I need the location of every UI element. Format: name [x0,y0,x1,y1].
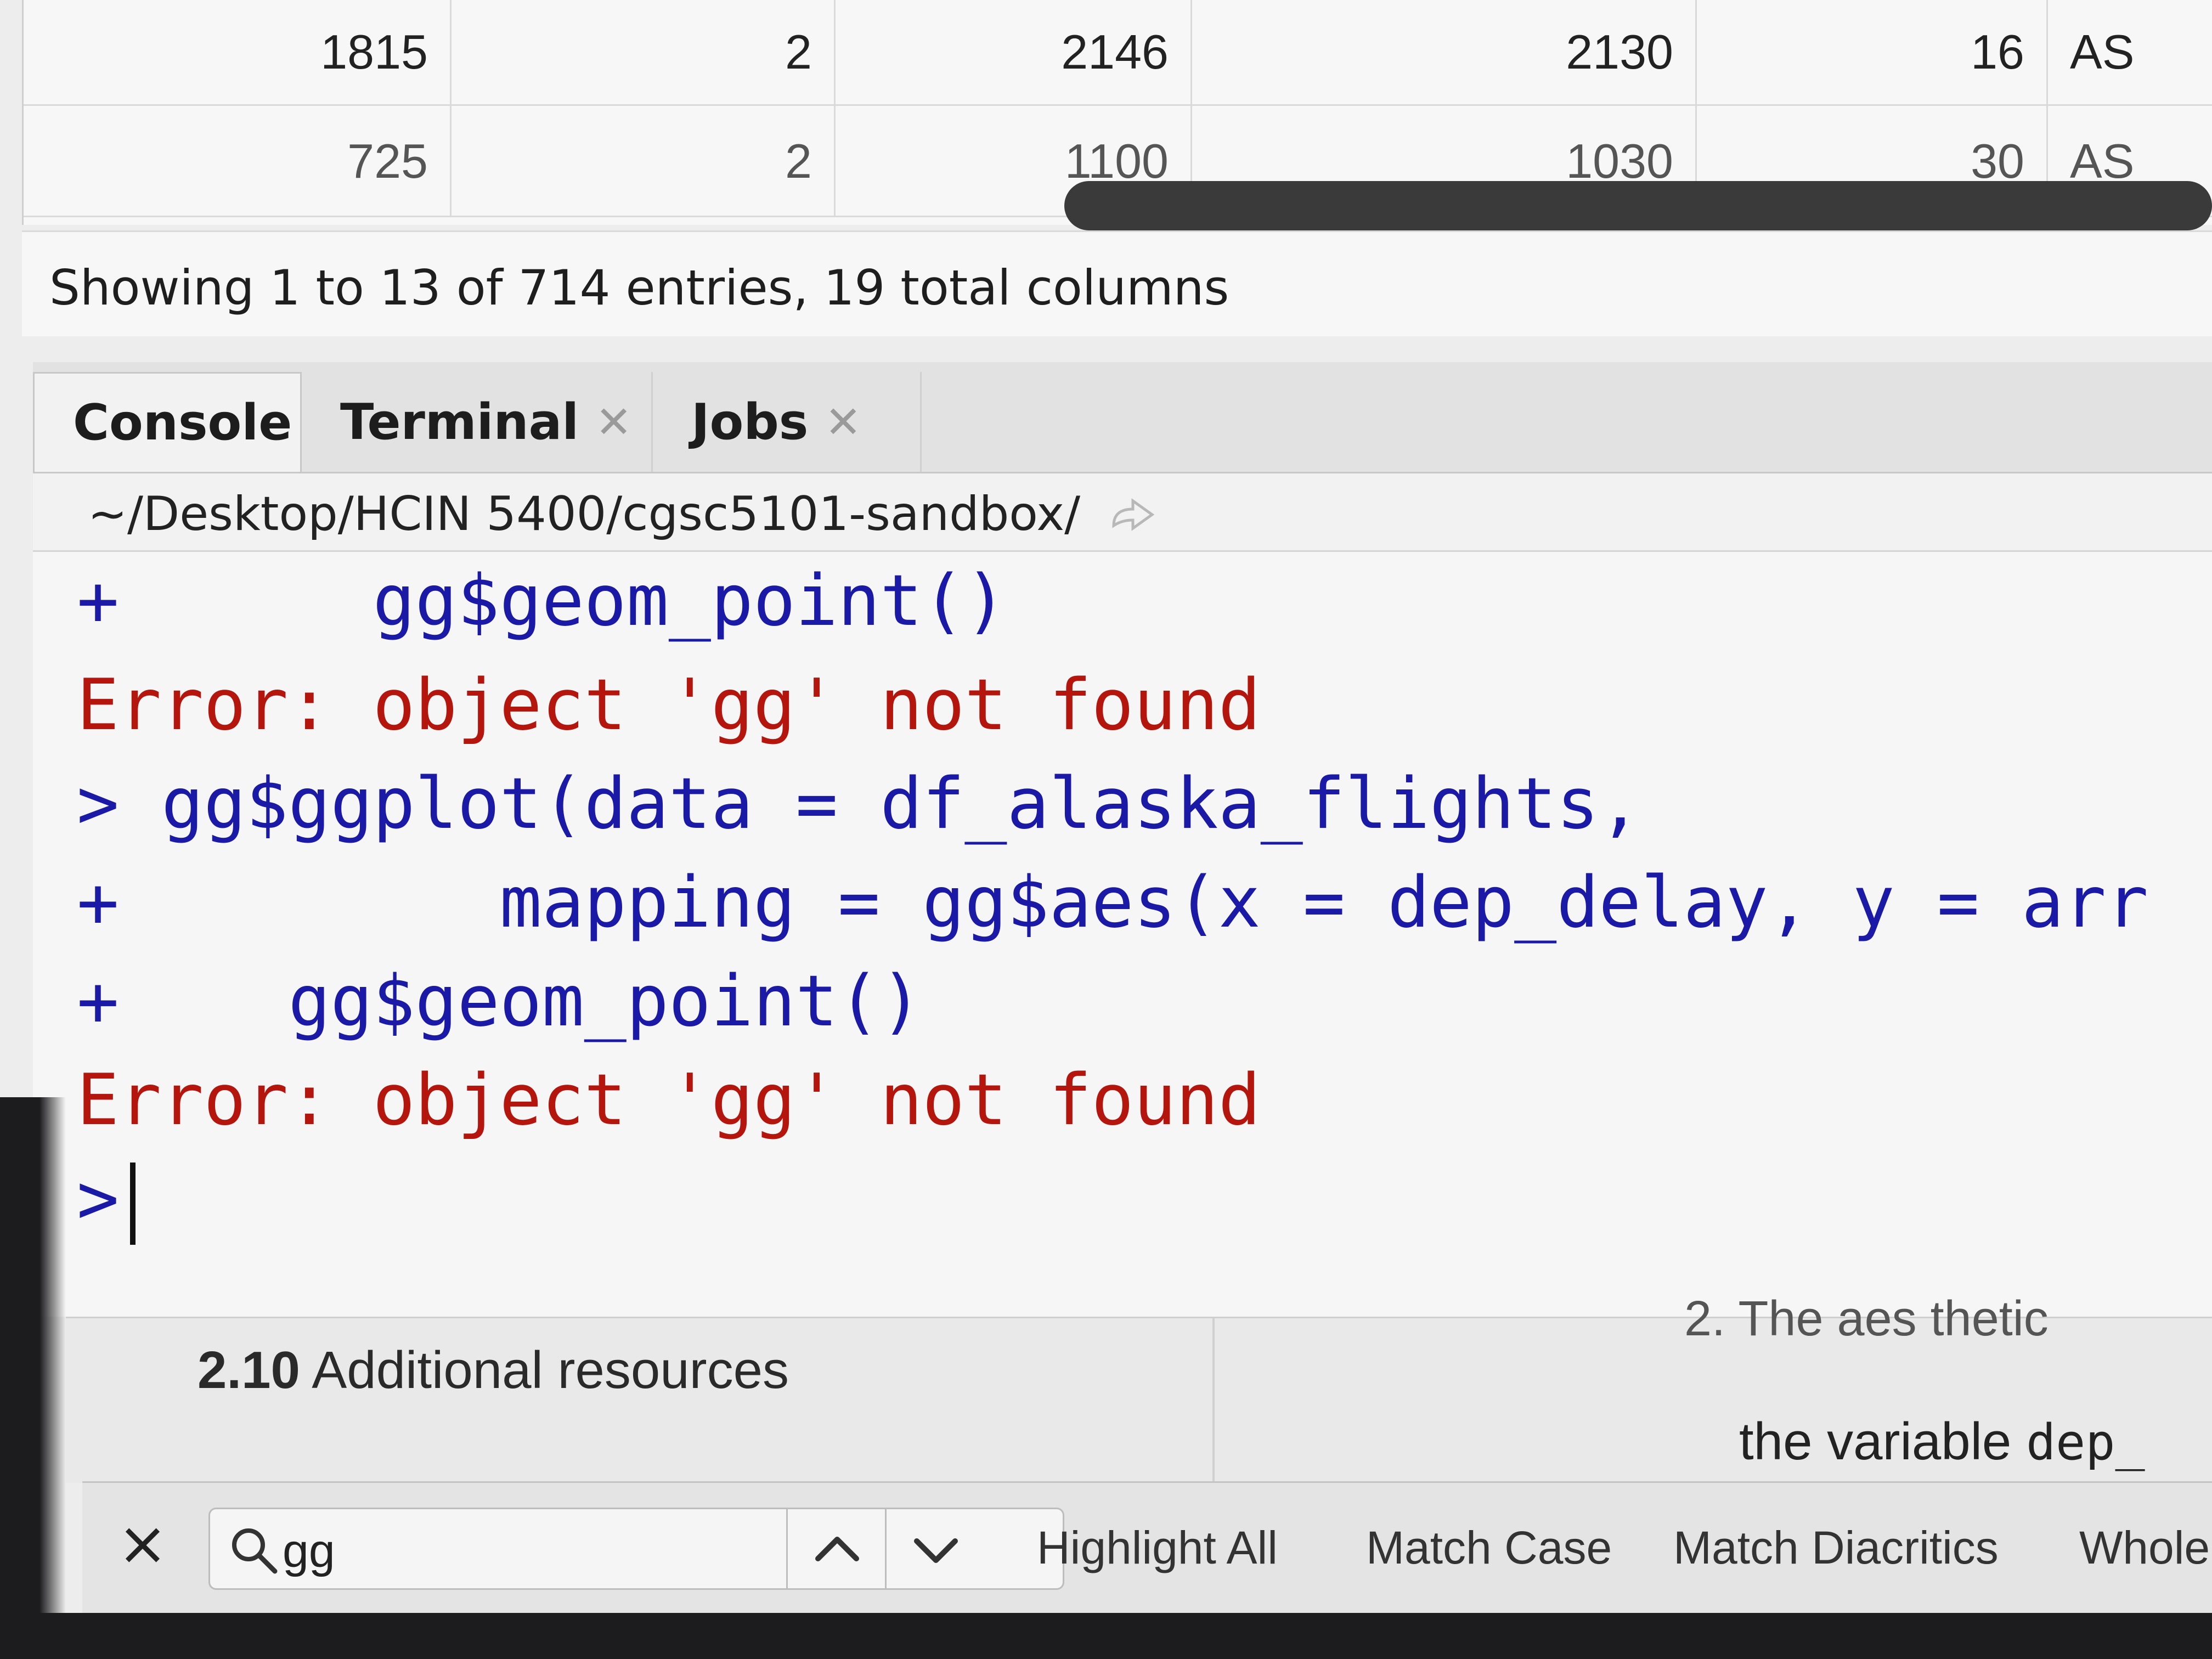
screen-bezel [0,1097,66,1659]
tab-terminal[interactable]: Terminal ✕ [302,372,653,472]
table-cell: 2130 [1192,0,1697,104]
table-cell: 1815 [24,0,452,104]
tab-label: Jobs [691,393,809,451]
body-text: the variable dep_ [1739,1412,2145,1472]
search-icon [232,1528,278,1574]
console-error-line: Error: object 'gg' not found [77,664,1261,746]
goto-dir-icon[interactable] [1108,495,1158,534]
match-case-toggle[interactable]: Match Case [1366,1521,1612,1575]
section-heading: 2.10 Additional resources [198,1340,789,1401]
body-text-code: dep_ [2025,1414,2145,1471]
find-input[interactable] [281,1520,832,1582]
console-output[interactable]: + gg$geom_point() Error: object 'gg' not… [33,552,2212,1317]
horizontal-scrollbar[interactable] [1064,181,2212,230]
console-line: + gg$geom_point() [77,560,1007,642]
match-diacritics-toggle[interactable]: Match Diacritics [1673,1521,1999,1575]
table-cell: 725 [24,106,452,216]
table-info: Showing 1 to 13 of 714 entries, 19 total… [22,230,2212,336]
table-cell: 2 [452,0,836,104]
close-icon[interactable]: × [110,1510,176,1576]
divider [1212,1318,1215,1483]
chevron-down-icon[interactable] [887,1509,985,1588]
screen: 1815 2 2146 2130 16 AS 725 2 1100 1030 3… [0,0,2212,1659]
table-cell: 2 [452,106,836,216]
whole-words-toggle[interactable]: Whole [2079,1521,2210,1575]
find-bar: × Highlight All Match Case Match Diacrit… [82,1481,2212,1615]
document-viewer: 2.10 Additional resources 2. The aes the… [66,1291,2212,1483]
section-title: Additional resources [312,1341,789,1400]
working-directory-path: ~/Desktop/HCIN 5400/cgsc5101-sandbox/ [88,487,1081,541]
highlight-all-toggle[interactable]: Highlight All [1037,1521,1278,1575]
tab-console[interactable]: Console [33,372,302,472]
table-info-text: Showing 1 to 13 of 714 entries, 19 total… [49,259,1229,316]
chevron-up-icon[interactable] [788,1509,887,1588]
find-input-box[interactable] [208,1508,1064,1590]
console-line: + mapping = gg$aes(x = dep_delay, y = ar… [77,862,2149,944]
text-cursor [130,1162,136,1245]
prompt-symbol: > [77,1158,120,1240]
close-icon[interactable]: ✕ [595,397,632,448]
console-pane: Console Terminal ✕ Jobs ✕ ~/Desktop/HCIN… [33,362,2212,1317]
tab-jobs[interactable]: Jobs ✕ [653,372,922,472]
console-line: + gg$geom_point() [77,961,923,1042]
console-prompt[interactable]: > [77,1155,136,1245]
body-text-plain: the variable [1739,1412,2012,1471]
close-icon[interactable]: ✕ [825,397,861,448]
tab-label: Terminal [340,393,579,451]
table-cell: AS [2070,25,2135,79]
console-error-line: Error: object 'gg' not found [77,1059,1261,1141]
console-line: > gg$ggplot(data = df_alaska_flights, [77,763,1641,845]
console-tabbar: Console Terminal ✕ Jobs ✕ [33,362,2212,473]
table-cell: 2146 [836,0,1192,104]
table-row: 1815 2 2146 2130 16 AS [24,0,2212,106]
screen-bezel [0,1613,2212,1659]
tab-label: Console [73,394,292,452]
table-cell: 16 [1697,0,2048,104]
cut-off-heading: 2. The aes thetic [1684,1291,2049,1346]
working-directory-bar: ~/Desktop/HCIN 5400/cgsc5101-sandbox/ [33,473,2212,552]
section-number: 2.10 [198,1341,300,1400]
